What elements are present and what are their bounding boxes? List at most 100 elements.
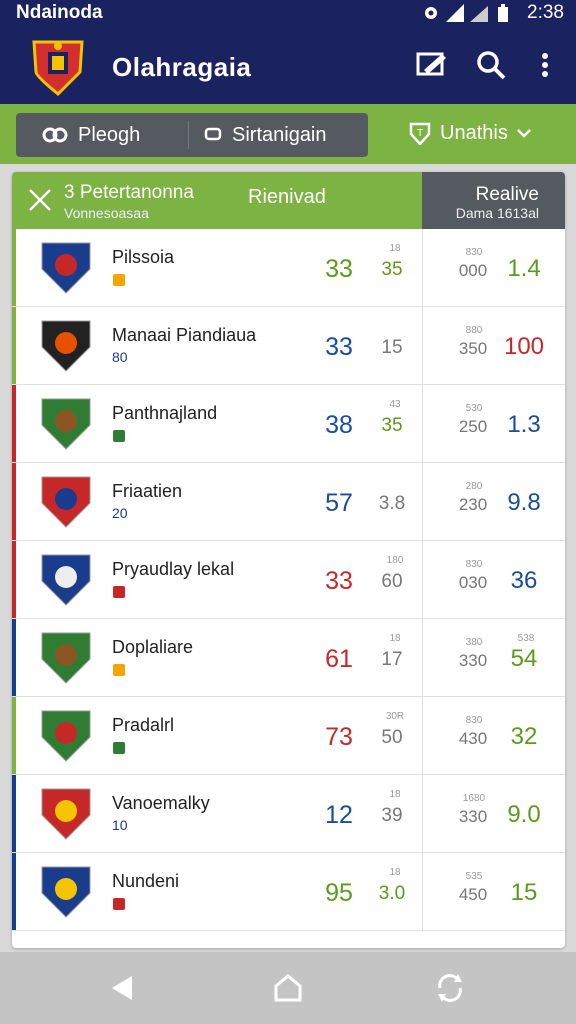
table-row[interactable]: Panthnajland 38 43 35 530 250 1.3 xyxy=(12,385,565,463)
app-crest-logo xyxy=(32,40,84,96)
table-row[interactable]: Doplaliare 61 18 17 380 330 538 54 xyxy=(12,619,565,697)
filter-button-1[interactable]: Pleogh xyxy=(42,113,140,157)
live-rating: 32 xyxy=(510,723,538,750)
team-crest-icon xyxy=(41,866,91,918)
table-header-subtitle: Vonnesoasaa xyxy=(64,205,149,221)
live-rating: 15 xyxy=(510,879,538,906)
table-row[interactable]: Manaai Piandiaua 80 33 15 880 350 100 xyxy=(12,307,565,385)
chevron-down-icon xyxy=(516,129,531,138)
live-rating: 9.8 xyxy=(507,489,541,516)
live-value: 250 xyxy=(458,417,488,436)
score-main: 33 xyxy=(325,255,353,283)
live-top: 535 xyxy=(465,871,483,882)
row-accent-bar xyxy=(12,463,16,540)
team-rank: 10 xyxy=(112,817,128,833)
team-name: Doplaliare xyxy=(112,637,194,657)
close-icon[interactable] xyxy=(26,186,54,214)
status-bar: Ndainoda 2:38 xyxy=(0,0,576,26)
team-crest-icon xyxy=(41,788,91,840)
live-top: 380 xyxy=(465,637,483,648)
score-secondary: 15 xyxy=(381,337,403,358)
score-secondary-top: 18 xyxy=(389,633,401,644)
live-rating-top: 538 xyxy=(517,633,535,644)
svg-text:T: T xyxy=(417,128,423,139)
app-title: Olahragaia xyxy=(112,52,252,82)
live-value: 330 xyxy=(458,807,488,826)
filter-dropdown-label: Unathis xyxy=(440,121,508,144)
score-main: 57 xyxy=(325,489,353,517)
team-badge-icon xyxy=(113,586,125,598)
score-main: 61 xyxy=(325,645,353,673)
team-crest-icon xyxy=(41,242,91,294)
row-accent-bar xyxy=(12,697,16,774)
live-rating: 9.0 xyxy=(507,801,541,828)
live-rating: 1.4 xyxy=(507,255,541,282)
score-secondary: 60 xyxy=(381,571,403,592)
table-row[interactable]: Pryaudlay lekal 33 180 60 830 030 36 xyxy=(12,541,565,619)
score-main: 33 xyxy=(325,333,353,361)
team-name: Pilssoia xyxy=(112,247,175,267)
table-header-title: 3 Petertanonna xyxy=(64,182,194,203)
score-secondary: 39 xyxy=(381,805,403,826)
score-main: 38 xyxy=(325,411,353,439)
table-rows: Pilssoia 33 18 35 830 000 1.4 Manaai Piandiaua 8… xyxy=(12,229,565,931)
row-accent-bar xyxy=(12,619,16,696)
back-icon[interactable] xyxy=(104,970,140,1006)
filter-button-2[interactable]: Sirtanigain xyxy=(204,113,327,157)
column-divider xyxy=(422,697,423,774)
home-icon[interactable] xyxy=(270,970,306,1006)
team-badge-icon xyxy=(113,898,125,910)
score-secondary-top: 18 xyxy=(389,243,401,254)
chat-icon xyxy=(204,127,222,141)
status-time: 2:38 xyxy=(527,2,564,23)
score-secondary: 3.0 xyxy=(378,883,406,904)
standings-card: 3 Petertanonna Vonnesoasaa Rienivad Real… xyxy=(12,172,565,948)
team-crest-icon xyxy=(41,476,91,528)
table-row[interactable]: Friaatien 20 57 3.8 280 230 9.8 xyxy=(12,463,565,541)
shield-filter-icon: T xyxy=(409,122,431,145)
status-icons xyxy=(422,4,512,22)
live-top: 880 xyxy=(465,325,483,336)
row-accent-bar xyxy=(12,541,16,618)
edit-icon[interactable] xyxy=(414,48,448,82)
team-rank: 20 xyxy=(112,505,128,521)
search-icon[interactable] xyxy=(474,48,508,82)
table-row[interactable]: Nundeni 95 18 3.0 535 450 15 xyxy=(12,853,565,931)
team-badge-icon xyxy=(113,430,125,442)
team-name: Nundeni xyxy=(112,871,180,891)
live-rating: 1.3 xyxy=(507,411,541,438)
column-divider xyxy=(422,385,423,462)
table-row[interactable]: Vanoemalky 10 12 18 39 1680 330 9.0 xyxy=(12,775,565,853)
more-vert-icon[interactable] xyxy=(528,48,562,82)
score-secondary: 3.8 xyxy=(378,493,406,514)
team-crest-icon xyxy=(41,710,91,762)
table-row[interactable]: Pilssoia 33 18 35 830 000 1.4 xyxy=(12,229,565,307)
live-rating: 100 xyxy=(503,333,545,360)
table-row[interactable]: Pradalrl 73 30R 50 830 430 32 xyxy=(12,697,565,775)
team-rank: 80 xyxy=(112,349,128,365)
live-value: 350 xyxy=(458,339,488,358)
recents-icon[interactable] xyxy=(432,970,468,1006)
team-badge-icon xyxy=(113,274,125,286)
wifi-icon xyxy=(470,6,488,22)
team-crest-icon xyxy=(41,632,91,684)
team-name: Pryaudlay lekal xyxy=(112,559,235,579)
filter-button-1-label: Pleogh xyxy=(78,123,141,146)
row-accent-bar xyxy=(12,385,16,462)
filter-divider xyxy=(188,121,189,149)
table-header: 3 Petertanonna Vonnesoasaa Rienivad Real… xyxy=(12,172,565,229)
live-value: 000 xyxy=(458,261,488,280)
live-top: 830 xyxy=(465,715,483,726)
row-accent-bar xyxy=(12,307,16,384)
table-header-right: Realive Dama 1613al xyxy=(422,172,565,229)
team-crest-icon xyxy=(41,320,91,372)
link-icon xyxy=(42,127,68,143)
score-secondary-top: 30R xyxy=(385,711,405,722)
team-badge-icon xyxy=(113,742,125,754)
team-crest-icon xyxy=(41,554,91,606)
column-divider xyxy=(422,463,423,540)
filter-dropdown[interactable]: T Unathis xyxy=(408,121,532,145)
score-secondary: 50 xyxy=(381,727,403,748)
filter-button-2-label: Sirtanigain xyxy=(232,123,327,146)
team-crest-icon xyxy=(41,398,91,450)
